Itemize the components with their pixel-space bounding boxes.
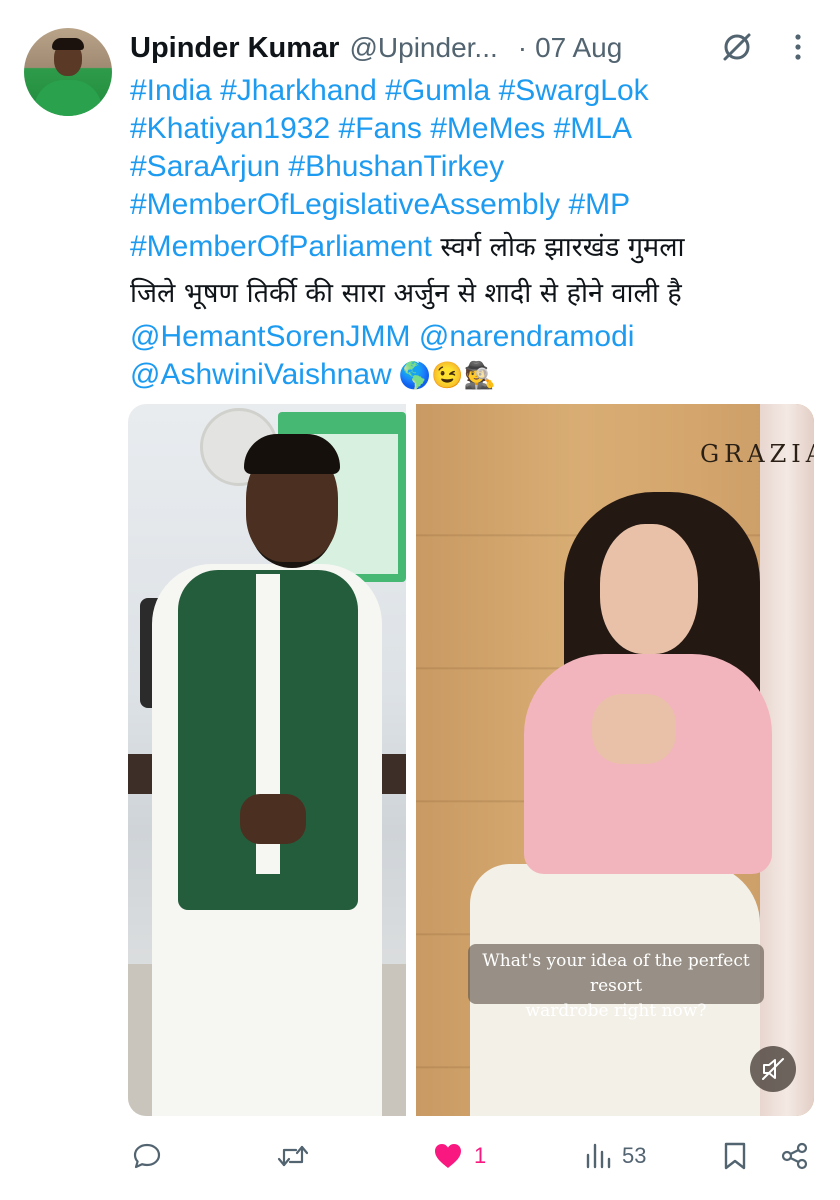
woman-face (600, 524, 698, 654)
tweet-text-plain: 🌎😉🕵️ (391, 360, 497, 390)
like-button[interactable]: 1 (432, 1138, 486, 1174)
author-handle[interactable]: @Upinder... (349, 32, 497, 64)
tweet-date[interactable]: 07 Aug (535, 32, 622, 64)
tweet-text-link[interactable]: @HemantSorenJMM @narendramodi (130, 320, 634, 353)
video-caption-line2: wardrobe right now? (525, 1001, 707, 1021)
tweet-text-line: #Khatiyan1932 #Fans #MeMes #MLA (130, 110, 820, 148)
views-bar-chart-icon (586, 1143, 611, 1169)
reply-button[interactable] (132, 1138, 172, 1174)
video-caption: What's your idea of the perfect resort w… (468, 944, 764, 1021)
bookmark-button[interactable] (722, 1138, 748, 1174)
man-hair (244, 434, 340, 474)
tweet-text-plain: स्वर्ग लोक झारखंड गुमला (431, 232, 685, 263)
woman-hands (592, 694, 676, 764)
avatar-shirt (34, 80, 102, 116)
tweet-text-line: @HemantSorenJMM @narendramodi (130, 318, 820, 356)
tweet-text-link[interactable]: #MemberOfLegislativeAssembly #MP (130, 188, 630, 221)
heart-filled-icon (435, 1144, 461, 1168)
tweet-text-plain: जिले भूषण तिर्की की सारा अर्जुन से शादी … (130, 278, 682, 309)
views-count: 53 (622, 1143, 647, 1168)
media-video-right[interactable]: GRAZIA What's your idea of the perfect r… (416, 404, 814, 1116)
tweet-text: #India #Jharkhand #Gumla #SwargLok #Khati… (130, 72, 820, 394)
tweet-text-line: #MemberOfParliament स्वर्ग लोक झारखंड गु… (130, 224, 820, 268)
tweet-text-link[interactable]: #India #Jharkhand #Gumla #SwargLok (130, 74, 649, 107)
tweet-header: Upinder Kumar @Upinder... · 07 Aug (130, 28, 820, 68)
video-caption-line1: What's your idea of the perfect resort (482, 951, 750, 996)
author-name[interactable]: Upinder Kumar (130, 32, 339, 65)
grok-slash-icon[interactable] (720, 30, 754, 64)
woman-top (524, 654, 772, 874)
tweet-text-line: जिले भूषण तिर्की की सारा अर्जुन से शादी … (130, 268, 820, 318)
share-button[interactable] (780, 1138, 810, 1174)
like-count: 1 (474, 1143, 487, 1168)
avatar[interactable] (24, 28, 112, 116)
tweet-text-link[interactable]: @AshwiniVaishnaw (130, 358, 392, 391)
views-button[interactable]: 53 (584, 1138, 646, 1174)
tweet-text-line: #SaraArjun #BhushanTirkey (130, 148, 820, 186)
tweet-action-bar: 1 53 (0, 1138, 840, 1174)
tweet-text-link[interactable]: #Khatiyan1932 #Fans #MeMes #MLA (130, 112, 632, 145)
avatar-hair (52, 38, 84, 50)
tweet-text-link[interactable]: #MemberOfParliament (130, 230, 432, 263)
retweet-icon (277, 1145, 309, 1167)
share-icon (781, 1142, 808, 1170)
tweet-media[interactable]: GRAZIA What's your idea of the perfect r… (128, 404, 814, 1116)
media-image-left[interactable] (128, 404, 406, 1116)
header-separator: · (517, 32, 528, 63)
tweet-text-link[interactable]: #SaraArjun #BhushanTirkey (130, 150, 504, 183)
reply-icon (133, 1143, 161, 1169)
mute-button[interactable] (750, 1046, 796, 1092)
man-hands (240, 794, 306, 844)
tweet-text-line: #MemberOfLegislativeAssembly #MP (130, 186, 820, 224)
tweet-text-line: #India #Jharkhand #Gumla #SwargLok (130, 72, 820, 110)
muted-speaker-icon (762, 1058, 784, 1080)
grazia-watermark: GRAZIA (700, 440, 814, 468)
tweet-text-line: @AshwiniVaishnaw 🌎😉🕵️ (130, 356, 820, 394)
more-vertical-icon[interactable] (788, 30, 808, 64)
retweet-button[interactable] (276, 1138, 320, 1174)
bookmark-icon (724, 1142, 746, 1170)
